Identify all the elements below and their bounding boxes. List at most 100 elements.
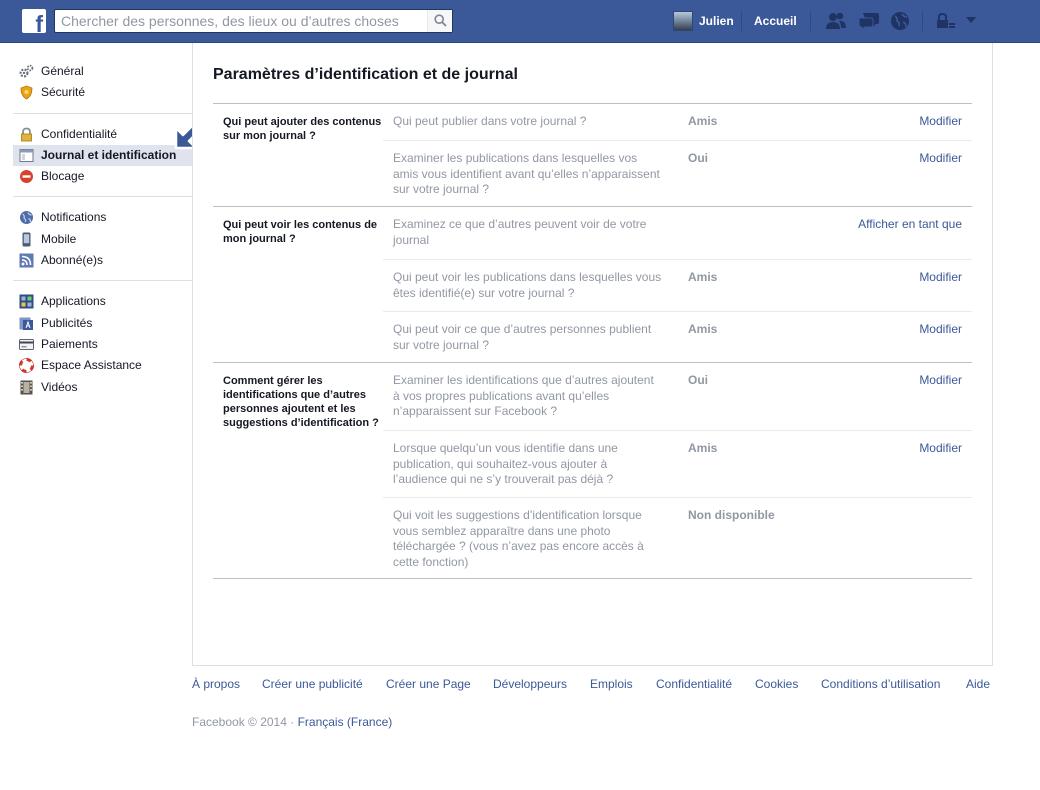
sidebar-item-general[interactable]: Général <box>13 61 192 82</box>
edit-link[interactable]: Modifier <box>919 322 962 336</box>
footer-link-about[interactable]: À propos <box>192 677 240 691</box>
setting-value: Non disponible <box>688 508 775 522</box>
home-link[interactable]: Accueil <box>754 14 797 28</box>
sidebar-item-applications[interactable]: Applications <box>13 291 192 312</box>
sidebar-group: Confidentialité Journal et identificatio… <box>13 124 192 198</box>
setting-question: Examinez ce que d’autres peuvent voir de… <box>393 217 647 247</box>
sidebar-group: Général Sécurité <box>13 61 192 114</box>
setting-row: Examiner les publications dans lesquelle… <box>383 140 972 207</box>
view-as-link[interactable]: Afficher en tant que <box>858 217 962 231</box>
mobile-phone-icon <box>22 232 31 247</box>
sidebar-item-label: Confidentialité <box>41 126 118 141</box>
edit-link[interactable]: Modifier <box>919 270 962 284</box>
account-menu-chevron-icon[interactable] <box>966 17 976 23</box>
setting-value: Amis <box>688 114 718 128</box>
search-icon <box>434 14 447 27</box>
sidebar-group: Notifications Mobile Abonné(e)s <box>13 207 192 282</box>
sidebar-item-support[interactable]: Espace Assistance <box>13 355 192 376</box>
sidebar-item-label: Sécurité <box>41 85 86 100</box>
setting-question: Lorsque quelqu’un vous identifie dans un… <box>393 441 618 486</box>
privacy-lock-icon <box>21 127 32 141</box>
section-label: Qui peut ajouter des contenus sur mon jo… <box>223 116 382 142</box>
sidebar-item-payments[interactable]: Paiements <box>13 334 192 355</box>
setting-question: Qui voit les suggestions d’identificatio… <box>393 508 644 569</box>
sidebar-item-timeline-tagging[interactable]: Journal et identification <box>13 144 192 167</box>
setting-value: Amis <box>688 441 718 455</box>
sidebar-item-label: Espace Assistance <box>41 358 142 373</box>
copyright-text: Facebook © 2014 · <box>192 715 295 729</box>
sidebar-item-security[interactable]: Sécurité <box>13 82 192 103</box>
setting-row: Qui peut voir ce que d’autres personnes … <box>383 311 972 363</box>
sidebar-item-label: Mobile <box>41 231 77 246</box>
footer-link-help[interactable]: Aide <box>966 677 990 691</box>
divider <box>741 11 742 31</box>
sidebar-item-privacy[interactable]: Confidentialité <box>13 124 192 145</box>
edit-link[interactable]: Modifier <box>919 151 962 165</box>
lifebuoy-icon <box>19 358 34 374</box>
setting-value: Oui <box>688 373 708 387</box>
setting-question: Qui peut voir ce que d’autres personnes … <box>393 322 652 352</box>
gears-icon <box>19 64 34 78</box>
block-icon <box>20 170 33 184</box>
sidebar-item-ads[interactable]: Publicités <box>13 313 192 334</box>
edit-link[interactable]: Modifier <box>919 441 962 455</box>
top-bar: f Julien Accueil <box>0 0 1040 43</box>
setting-row: Examinez ce que d’autres peuvent voir de… <box>383 207 972 259</box>
sidebar-item-notifications[interactable]: Notifications <box>13 207 192 228</box>
footer-link-create-page[interactable]: Créer une Page <box>386 677 471 691</box>
sidebar-item-label: Applications <box>41 294 106 309</box>
edit-link[interactable]: Modifier <box>919 114 962 128</box>
section-label: Qui peut voir les contenus de mon journa… <box>223 219 378 245</box>
sidebar-item-label: Blocage <box>41 169 85 184</box>
sidebar-item-label: Vidéos <box>41 379 78 394</box>
search-button[interactable] <box>427 10 452 32</box>
notifications-globe-icon[interactable] <box>889 10 913 32</box>
settings-section: Qui peut ajouter des contenus sur mon jo… <box>213 103 972 206</box>
setting-value: Oui <box>688 151 708 165</box>
setting-question: Examiner les publications dans lesquelle… <box>393 151 660 196</box>
friend-requests-icon[interactable] <box>824 10 848 32</box>
film-icon <box>20 380 33 395</box>
footer-link-jobs[interactable]: Emplois <box>590 677 633 691</box>
footer-link-create-ad[interactable]: Créer une publicité <box>262 677 363 691</box>
settings-section: Comment gérer les identifications que d’… <box>213 362 972 578</box>
search-box[interactable] <box>54 9 453 33</box>
payment-card-icon <box>19 338 34 350</box>
setting-value: Amis <box>688 270 718 284</box>
sidebar-item-label: Notifications <box>41 210 107 225</box>
profile-link[interactable]: Julien <box>699 14 734 28</box>
privacy-shortcuts-icon[interactable] <box>934 10 958 32</box>
footer-link-privacy[interactable]: Confidentialité <box>656 677 732 691</box>
timeline-icon <box>19 148 34 162</box>
settings-section: Qui peut voir les contenus de mon journa… <box>213 206 972 362</box>
footer-link-terms[interactable]: Conditions d’utilisation <box>821 677 940 691</box>
sidebar-item-label: Général <box>41 64 84 78</box>
facebook-logo-icon[interactable]: f <box>22 9 46 33</box>
divider <box>810 11 811 31</box>
sidebar-item-followers[interactable]: Abonné(e)s <box>13 250 192 271</box>
sidebar-item-videos[interactable]: Vidéos <box>13 377 192 398</box>
rss-icon <box>19 253 34 268</box>
sidebar-item-blocking[interactable]: Blocage <box>13 166 192 187</box>
sidebar-item-label: Abonné(e)s <box>41 253 104 268</box>
footer-link-cookies[interactable]: Cookies <box>755 677 798 691</box>
edit-link[interactable]: Modifier <box>919 373 962 387</box>
messages-icon[interactable] <box>857 10 881 32</box>
divider <box>922 11 923 31</box>
setting-question: Examiner les identifications que d’autre… <box>393 373 654 418</box>
sidebar-item-label: Paiements <box>41 336 98 351</box>
sidebar-item-mobile[interactable]: Mobile <box>13 229 192 250</box>
section-label: Comment gérer les identifications que d’… <box>223 375 379 429</box>
language-link[interactable]: Français (France) <box>298 715 393 729</box>
search-input[interactable] <box>55 10 427 32</box>
divider <box>213 578 972 579</box>
setting-row: Qui peut voir les publications dans lesq… <box>383 259 972 311</box>
sidebar-item-label: Publicités <box>41 315 93 330</box>
setting-value: Amis <box>688 322 718 336</box>
setting-question: Qui peut voir les publications dans lesq… <box>393 270 662 300</box>
ads-icon <box>19 317 33 330</box>
footer-link-developers[interactable]: Développeurs <box>493 677 567 691</box>
setting-row: Lorsque quelqu’un vous identifie dans un… <box>383 430 972 497</box>
avatar[interactable] <box>673 11 693 31</box>
sidebar-item-label: Journal et identification <box>41 147 177 162</box>
